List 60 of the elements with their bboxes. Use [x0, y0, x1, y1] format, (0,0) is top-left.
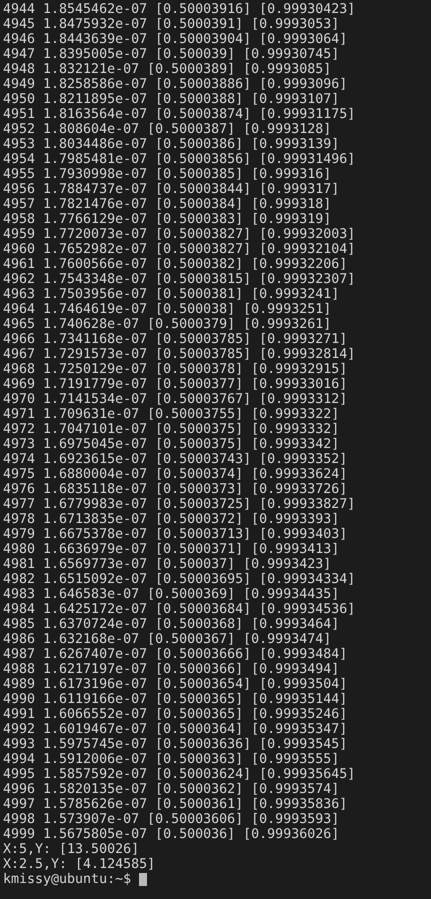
shell-prompt: kmissy@ubuntu:~$	[3, 872, 132, 887]
terminal-line: X:5,Y: [13.50026]	[3, 842, 140, 857]
terminal-line: 4944 1.8545462e-07 [0.50003916] [0.99930423]	[3, 2, 356, 17]
terminal-line: 4995 1.5857592e-07 [0.50003624] [0.99935645]	[3, 767, 356, 782]
terminal-line: 4981 1.6569773e-07 [0.500037] [0.9993423]	[3, 557, 332, 572]
terminal-line: 4976 1.6835118e-07 [0.5000373] [0.99933726]	[3, 482, 348, 497]
terminal-line: 4986 1.632168e-07 [0.5000367] [0.9993474]	[3, 632, 332, 647]
terminal-line: 4990 1.6119166e-07 [0.5000365] [0.99935144]	[3, 692, 348, 707]
terminal-line: 4985 1.6370724e-07 [0.5000368] [0.9993464]	[3, 617, 340, 632]
terminal-line: 4978 1.6713835e-07 [0.5000372] [0.9993393]	[3, 512, 340, 527]
terminal-line: 4954 1.7985481e-07 [0.50003856] [0.99931496]	[3, 152, 356, 167]
terminal-line: 4997 1.5785626e-07 [0.5000361] [0.99935836]	[3, 797, 348, 812]
terminal-line: 4962 1.7543348e-07 [0.50003815] [0.99932307]	[3, 272, 356, 287]
terminal-line: 4970 1.7141534e-07 [0.50003767] [0.9993312]	[3, 392, 348, 407]
terminal-line: 4988 1.6217197e-07 [0.5000366] [0.9993494]	[3, 662, 340, 677]
terminal-line: 4975 1.6880004e-07 [0.5000374] [0.99933624]	[3, 467, 348, 482]
terminal-line: 4966 1.7341168e-07 [0.50003785] [0.9993271]	[3, 332, 348, 347]
terminal-line: 4977 1.6779983e-07 [0.50003725] [0.99933827]	[3, 497, 356, 512]
terminal-line: 4951 1.8163564e-07 [0.50003874] [0.99931175]	[3, 107, 356, 122]
terminal-line: 4987 1.6267407e-07 [0.50003666] [0.9993484]	[3, 647, 348, 662]
terminal-line: 4946 1.8443639e-07 [0.50003904] [0.9993064]	[3, 32, 348, 47]
text-cursor	[139, 873, 148, 886]
terminal-line: 4950 1.8211895e-07 [0.5000388] [0.9993107]	[3, 92, 340, 107]
terminal-line: 4993 1.5975745e-07 [0.50003636] [0.9993545]	[3, 737, 348, 752]
terminal-line: 4948 1.832121e-07 [0.5000389] [0.9993085]	[3, 62, 332, 77]
terminal-line: 4965 1.740628e-07 [0.5000379] [0.9993261]	[3, 317, 332, 332]
terminal-line: 4992 1.6019467e-07 [0.5000364] [0.99935347]	[3, 722, 348, 737]
terminal-line: 4982 1.6515092e-07 [0.50003695] [0.99934334]	[3, 572, 356, 587]
terminal-line: 4963 1.7503956e-07 [0.5000381] [0.9993241]	[3, 287, 340, 302]
terminal-line: 4999 1.5675805e-07 [0.500036] [0.99936026]	[3, 827, 340, 842]
terminal-line: 4973 1.6975045e-07 [0.5000375] [0.9993342]	[3, 437, 340, 452]
terminal-line: 4960 1.7652982e-07 [0.50003827] [0.99932104]	[3, 242, 356, 257]
terminal-line: 4953 1.8034486e-07 [0.5000386] [0.9993139]	[3, 137, 340, 152]
terminal-line: 4998 1.573907e-07 [0.50003606] [0.9993593]	[3, 812, 340, 827]
terminal-line: 4991 1.6066552e-07 [0.5000365] [0.99935246]	[3, 707, 348, 722]
terminal-line: 4947 1.8395005e-07 [0.500039] [0.99930745]	[3, 47, 340, 62]
terminal-line: 4971 1.709631e-07 [0.50003755] [0.9993322]	[3, 407, 340, 422]
terminal-line: 4957 1.7821476e-07 [0.5000384] [0.999318]	[3, 197, 332, 212]
terminal-line: 4945 1.8475932e-07 [0.5000391] [0.9993053]	[3, 17, 340, 32]
terminal-line: 4969 1.7191779e-07 [0.5000377] [0.99933016]	[3, 377, 348, 392]
terminal-line: 4980 1.6636979e-07 [0.5000371] [0.9993413]	[3, 542, 340, 557]
terminal-line: 4967 1.7291573e-07 [0.50003785] [0.99932814]	[3, 347, 356, 362]
terminal-line: 4961 1.7600566e-07 [0.5000382] [0.99932206]	[3, 257, 348, 272]
terminal-line: 4959 1.7720073e-07 [0.50003827] [0.99932003]	[3, 227, 356, 242]
terminal-line: 4983 1.646583e-07 [0.5000369] [0.99934435]	[3, 587, 340, 602]
terminal-line: 4952 1.808604e-07 [0.5000387] [0.9993128]	[3, 122, 332, 137]
terminal-line: 4994 1.5912006e-07 [0.5000363] [0.9993555]	[3, 752, 340, 767]
terminal-line: 4989 1.6173196e-07 [0.50003654] [0.9993504]	[3, 677, 348, 692]
terminal-line: X:2.5,Y: [4.124585]	[3, 857, 156, 872]
terminal-line: 4956 1.7884737e-07 [0.50003844] [0.999317]	[3, 182, 340, 197]
terminal-line: 4972 1.7047101e-07 [0.5000375] [0.9993332]	[3, 422, 340, 437]
terminal-line: 4964 1.7464619e-07 [0.500038] [0.9993251]	[3, 302, 332, 317]
terminal-line: 4996 1.5820135e-07 [0.5000362] [0.9993574]	[3, 782, 340, 797]
terminal-line: 4958 1.7766129e-07 [0.5000383] [0.999319]	[3, 212, 332, 227]
terminal-line: 4984 1.6425172e-07 [0.50003684] [0.99934536]	[3, 602, 356, 617]
terminal-line: 4955 1.7930998e-07 [0.5000385] [0.999316]	[3, 167, 332, 182]
terminal-line: 4949 1.8258586e-07 [0.50003886] [0.9993096]	[3, 77, 348, 92]
terminal-line: 4968 1.7250129e-07 [0.5000378] [0.99932915]	[3, 362, 348, 377]
terminal-line: 4979 1.6675378e-07 [0.50003713] [0.9993403]	[3, 527, 348, 542]
terminal-line: 4974 1.6923615e-07 [0.50003743] [0.9993352]	[3, 452, 348, 467]
